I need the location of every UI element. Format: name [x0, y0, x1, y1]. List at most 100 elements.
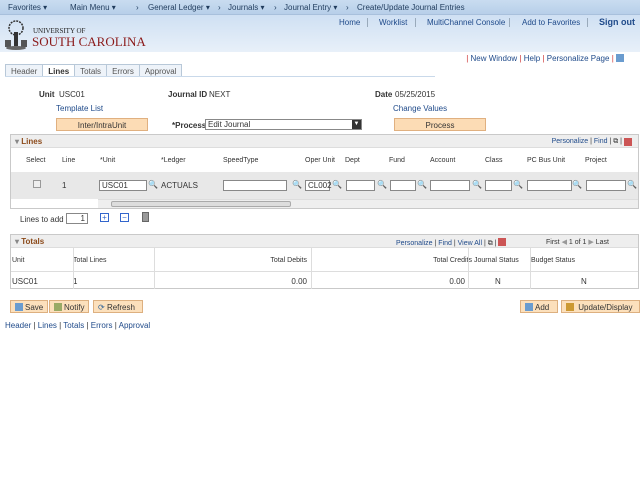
class-input[interactable] [485, 180, 512, 191]
totals-title: Totals [21, 237, 45, 246]
refresh-button[interactable]: ⟳ Refresh [93, 300, 143, 313]
col-select: Select [26, 157, 46, 164]
fund-input[interactable] [390, 180, 416, 191]
inter-intraunit-button[interactable]: Inter/IntraUnit [56, 118, 148, 131]
add-button[interactable]: Add [520, 300, 558, 313]
bottom-link-approval[interactable]: Approval [119, 321, 151, 330]
add-to-favorites-link[interactable]: Add to Favorites [522, 18, 580, 27]
date-label: Date [375, 90, 393, 99]
cell-budget-status: N [581, 277, 587, 286]
download-icon[interactable] [498, 238, 507, 246]
add-label: Add [535, 303, 550, 312]
speedtype-input[interactable] [223, 180, 287, 191]
process-select[interactable]: Edit Journal ▼ [205, 119, 362, 130]
zoom-icon[interactable]: ⧉ [613, 138, 618, 145]
help-link[interactable]: Help [524, 54, 540, 63]
add-row-icon[interactable]: + [100, 213, 109, 222]
breadcrumb-journal-entry[interactable]: Journal Entry ▾ [284, 3, 337, 12]
col-line: Line [62, 157, 76, 164]
horizontal-scrollbar[interactable] [98, 199, 638, 208]
favorites-menu[interactable]: Favorites ▾ [8, 3, 47, 12]
lookup-icon[interactable]: 🔍 [417, 180, 427, 189]
sign-out-link[interactable]: Sign out [599, 17, 635, 27]
lines-title: Lines [21, 137, 43, 146]
lines-to-add-label: Lines to add [20, 215, 64, 224]
unit-input[interactable]: USC01 [99, 180, 147, 191]
add-icon [525, 303, 533, 311]
lookup-icon[interactable]: 🔍 [377, 180, 387, 189]
find-link[interactable]: Find [438, 240, 452, 247]
refresh-label: Refresh [106, 303, 135, 312]
personalize-link[interactable]: Personalize [552, 138, 589, 145]
save-icon [15, 303, 23, 311]
next-icon[interactable]: ▶ [588, 239, 593, 246]
pager-text: 1 of 1 [568, 239, 587, 246]
last-link[interactable]: Last [596, 239, 609, 246]
bottom-link-header[interactable]: Header [5, 321, 31, 330]
previous-icon[interactable]: ◀ [562, 239, 567, 246]
logo-line2: SOUTH CAROLINA [32, 34, 146, 49]
select-checkbox[interactable] [33, 180, 41, 188]
bottom-link-lines[interactable]: Lines [38, 321, 57, 330]
personalize-page-link[interactable]: Personalize Page [547, 54, 610, 63]
delete-row-icon[interactable]: − [120, 213, 129, 222]
bottom-links: Header | Lines | Totals | Errors | Appro… [5, 321, 151, 330]
scrollbar-thumb[interactable] [111, 201, 291, 207]
table-row: 1 USC01 🔍 ACTUALS 🔍 CL002 🔍 🔍 🔍 🔍 🔍 🔍 🔍 [11, 172, 638, 199]
main-menu[interactable]: Main Menu ▾ [70, 3, 116, 12]
worklist-link[interactable]: Worklist [379, 18, 407, 27]
oper-unit-input[interactable]: CL002 [305, 180, 332, 191]
project-input[interactable] [586, 180, 626, 191]
notify-label: Notify [64, 303, 85, 312]
new-window-link[interactable]: New Window [471, 54, 518, 63]
multichannel-console-link[interactable]: MultiChannel Console [427, 18, 505, 27]
process-button[interactable]: Process [394, 118, 486, 131]
save-button[interactable]: Save [10, 300, 49, 313]
dept-input[interactable] [346, 180, 375, 191]
lookup-icon[interactable]: 🔍 [572, 180, 582, 189]
lookup-icon[interactable]: 🔍 [472, 180, 482, 189]
journal-id-label: Journal ID [168, 90, 208, 99]
breadcrumb-journals[interactable]: Journals ▾ [228, 3, 264, 12]
col-dept: Dept [345, 157, 360, 164]
update-display-button[interactable]: Update/Display [561, 300, 640, 313]
pc-bus-unit-input[interactable] [527, 180, 572, 191]
refresh-icon: ⟳ [98, 303, 107, 312]
personalize-link[interactable]: Personalize [396, 240, 433, 247]
header-banner: UNIVERSITY OF SOUTH CAROLINA Home Workli… [0, 15, 640, 52]
col-total-credits: Total Credits [433, 257, 472, 264]
breadcrumb-current[interactable]: Create/Update Journal Entries [357, 3, 465, 12]
account-input[interactable] [430, 180, 470, 191]
download-icon[interactable] [624, 138, 632, 146]
lookup-icon[interactable]: 🔍 [627, 180, 637, 189]
grid-icon[interactable] [616, 54, 624, 62]
col-speedtype: SpeedType [223, 157, 259, 164]
col-budget-status: Budget Status [531, 257, 575, 264]
lines-to-add-input[interactable]: 1 [66, 213, 88, 224]
col-journal-status: Journal Status [474, 257, 519, 264]
zoom-icon[interactable]: ⧉ [488, 240, 493, 247]
notify-button[interactable]: Notify [49, 300, 90, 313]
totals-grid: ▾ Totals Personalize | Find | View All |… [10, 234, 639, 289]
lookup-icon[interactable]: 🔍 [332, 180, 342, 189]
lines-grid: ▾ Lines Personalize | Find | ⧉ | Select … [10, 134, 639, 209]
home-link[interactable]: Home [339, 18, 360, 27]
col-oper-unit: Oper Unit [305, 157, 335, 164]
find-link[interactable]: Find [594, 138, 608, 145]
calculator-icon[interactable] [142, 212, 149, 222]
view-all-link[interactable]: View All [458, 240, 482, 247]
lookup-icon[interactable]: 🔍 [513, 180, 523, 189]
bottom-link-totals[interactable]: Totals [63, 321, 84, 330]
process-label: *Process [172, 121, 207, 130]
ledger-value: ACTUALS [161, 181, 198, 190]
first-link[interactable]: First [546, 239, 560, 246]
lookup-icon[interactable]: 🔍 [148, 180, 158, 189]
template-list-link[interactable]: Template List [56, 104, 103, 113]
chevron-down-icon[interactable]: ▼ [352, 120, 361, 129]
line-number: 1 [62, 181, 67, 190]
breadcrumb-general-ledger[interactable]: General Ledger ▾ [148, 3, 210, 12]
lookup-icon[interactable]: 🔍 [292, 180, 302, 189]
breadcrumb-separator: › [346, 3, 349, 12]
change-values-link[interactable]: Change Values [393, 104, 447, 113]
bottom-link-errors[interactable]: Errors [91, 321, 113, 330]
